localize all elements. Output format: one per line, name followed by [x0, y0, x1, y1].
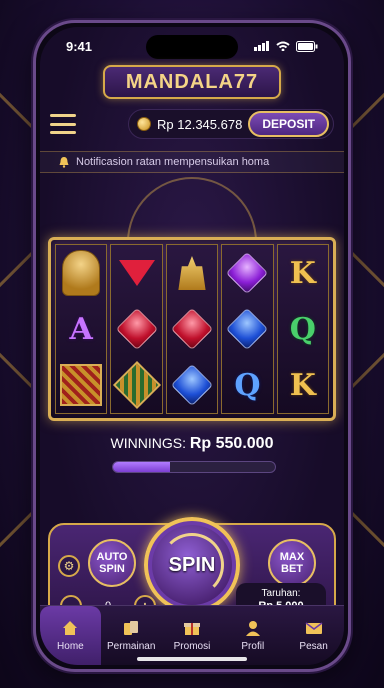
winnings-label: WINNINGS:	[110, 435, 186, 451]
symbol-sapphire	[222, 301, 272, 357]
tab-label: Profil	[241, 641, 265, 652]
status-time: 9:41	[66, 38, 93, 54]
tab-label: Permainan	[107, 641, 156, 652]
symbol-temple	[167, 245, 217, 301]
app-screen: 9:41 MANDALA77 Rp 12.345.678 DEPOSIT Not…	[40, 27, 344, 665]
app-logo: MANDALA77	[103, 65, 281, 99]
tab-label: Pesan	[299, 641, 328, 652]
symbol-ruby	[167, 301, 217, 357]
phone-frame: 9:41 MANDALA77 Rp 12.345.678 DEPOSIT Not…	[33, 20, 351, 672]
tab-label: Home	[57, 641, 84, 652]
symbol-q: Q	[289, 311, 316, 347]
symbol-ruby	[111, 301, 161, 357]
notification-bar: Notificasion ratan mempensuikan homa	[40, 151, 344, 173]
balance-amount: Rp 12.345.678	[157, 116, 243, 132]
user-icon	[245, 621, 260, 636]
auto-spin-button[interactable]: AUTO SPIN	[88, 539, 136, 587]
symbol-a: A	[69, 311, 93, 347]
symbol-pattern-green	[111, 357, 161, 413]
deposit-button[interactable]: DEPOSIT	[248, 111, 329, 137]
status-bar: 9:41	[40, 27, 344, 65]
tab-home[interactable]: Home	[40, 606, 101, 665]
reel-4: Q	[221, 244, 274, 414]
bet-title: Taruhan:	[261, 588, 301, 599]
mail-icon	[305, 622, 323, 634]
winnings-amount: Rp 550.000	[189, 435, 274, 452]
home-indicator	[137, 657, 247, 661]
symbol-amethyst	[222, 245, 272, 301]
symbol-pattern-red	[56, 357, 106, 413]
coin-icon	[137, 117, 152, 131]
max-bet-button[interactable]: MAX BET	[268, 539, 316, 587]
progress-fill	[113, 462, 170, 472]
symbol-ruby	[111, 245, 161, 301]
balance-box: Rp 12.345.678 DEPOSIT	[128, 109, 334, 139]
reel-3	[165, 244, 219, 414]
symbol-k: K	[289, 255, 316, 291]
hamburger-menu-icon[interactable]	[50, 114, 76, 134]
symbol-sapphire	[167, 357, 217, 413]
home-icon	[63, 621, 78, 635]
spin-button[interactable]: SPIN	[144, 517, 240, 613]
symbol-q: Q	[234, 367, 261, 403]
gear-icon[interactable]: ⚙	[58, 555, 80, 577]
refresh-arrow-icon	[160, 533, 224, 597]
reel-2	[110, 244, 163, 414]
battery-icon	[296, 40, 318, 52]
bottom-tab-bar: Home Permainan Promosi Profil Pesan	[40, 605, 344, 665]
symbol-ganesha	[56, 245, 106, 301]
status-icons	[254, 40, 318, 52]
reel-1: A	[55, 244, 108, 414]
progress-bar	[112, 461, 276, 473]
symbol-k: K	[289, 367, 316, 403]
winnings-display: WINNINGS: Rp 550.000	[40, 435, 344, 453]
signal-icon	[254, 41, 269, 51]
cards-icon	[124, 621, 139, 635]
reel-5: K Q K	[276, 244, 329, 414]
bell-icon	[59, 157, 69, 168]
wifi-icon	[276, 41, 290, 51]
notification-text: Notificasion ratan mempensuikan homa	[76, 156, 270, 168]
gift-icon	[183, 623, 200, 635]
tab-label: Promosi	[173, 641, 211, 652]
top-bar: Rp 12.345.678 DEPOSIT	[50, 107, 334, 141]
tab-pesan[interactable]: Pesan	[283, 606, 344, 665]
slot-reels: A Q K Q K	[48, 237, 336, 421]
